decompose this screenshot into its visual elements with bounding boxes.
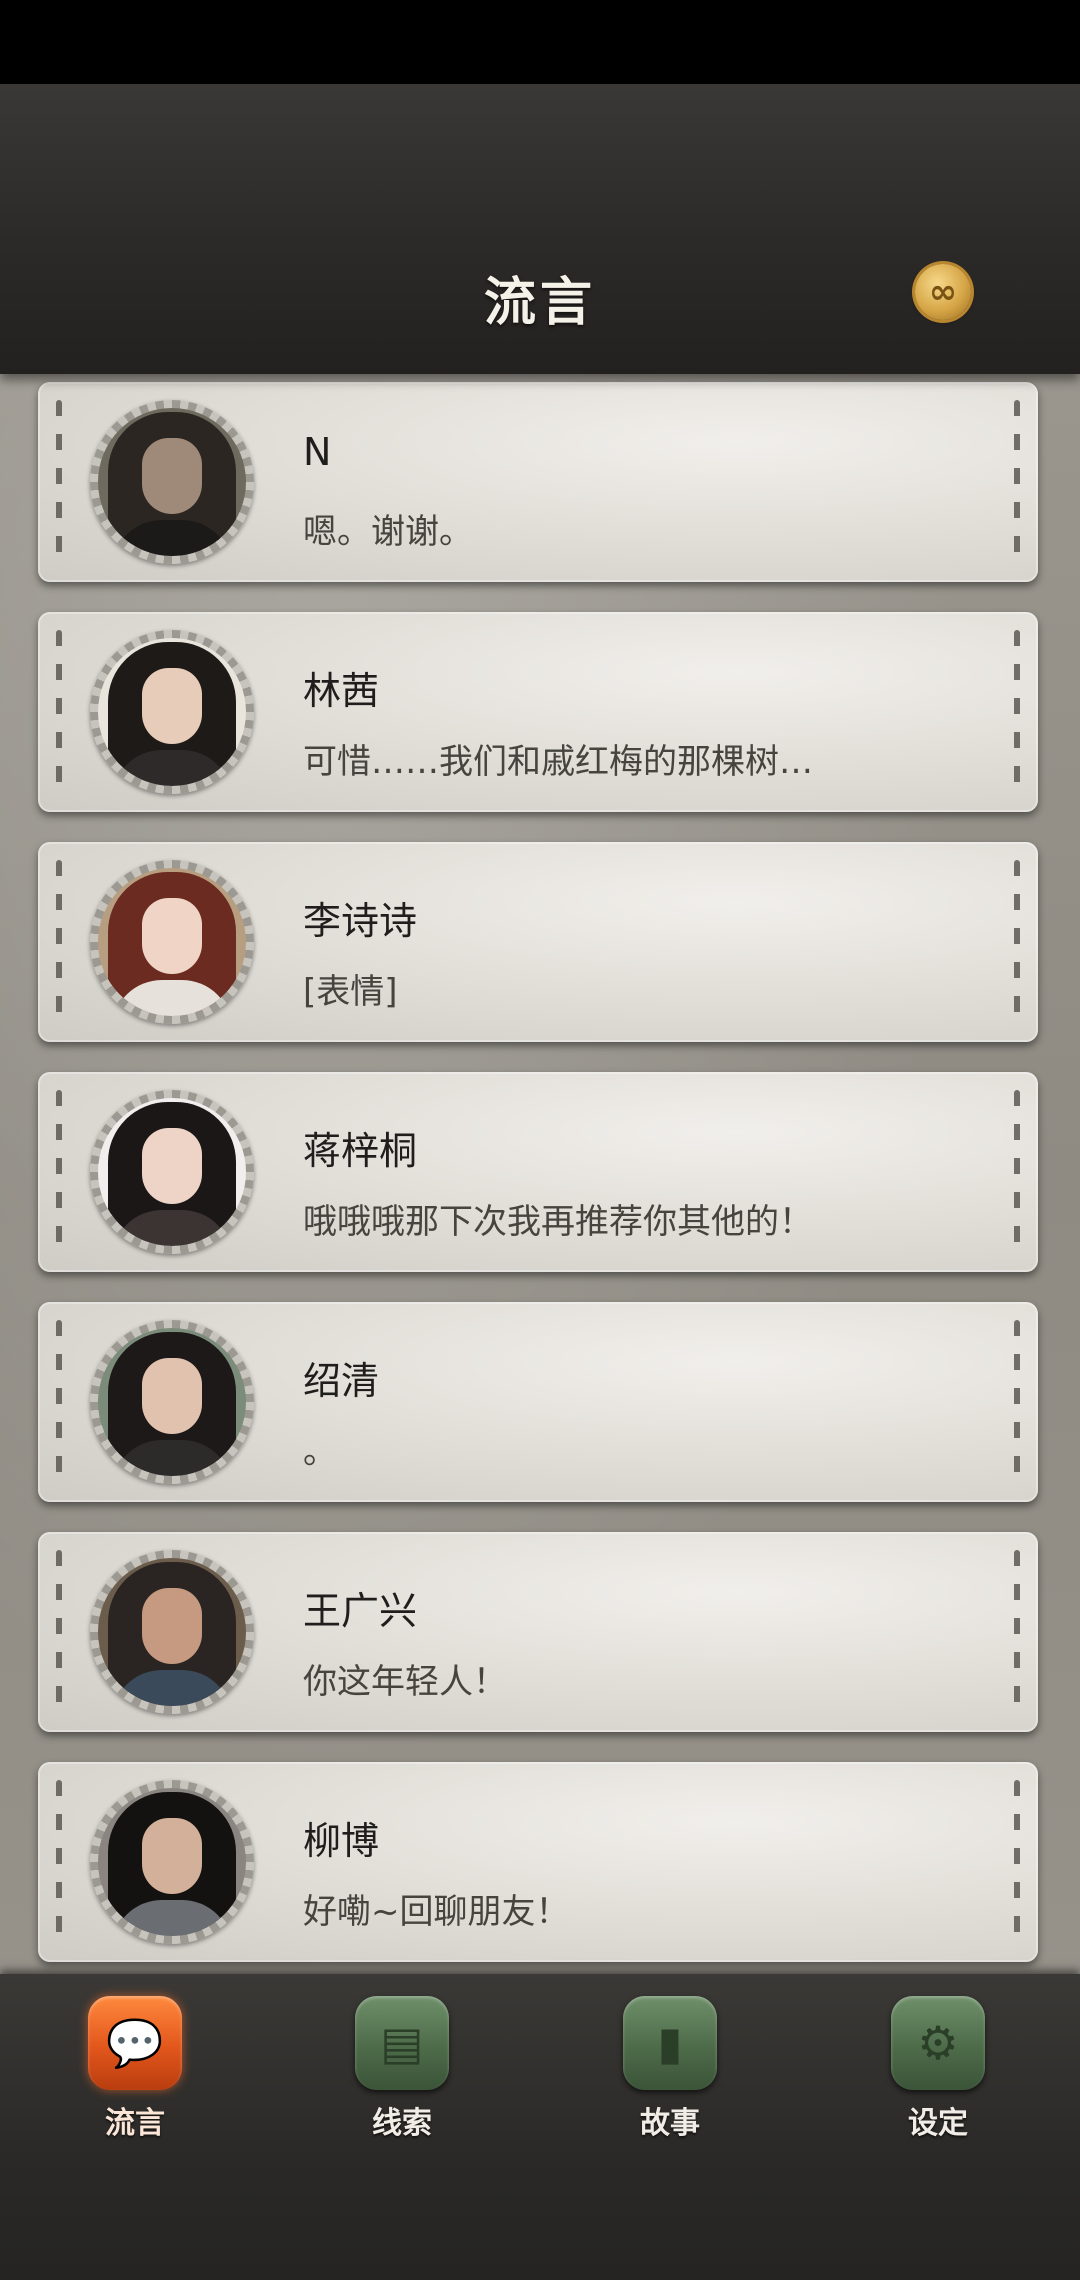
avatar-face <box>142 668 202 744</box>
avatar-frame <box>90 630 254 794</box>
avatar[interactable] <box>98 1788 246 1936</box>
avatar-frame <box>90 1550 254 1714</box>
stitch-decoration <box>56 1550 62 1714</box>
tab-3[interactable]: ▮ 故事 <box>590 1996 750 2141</box>
tab-label: 流言 <box>105 2106 165 2141</box>
last-message: 。 <box>303 1432 337 1472</box>
conversation-card[interactable]: 王广兴你这年轻人！ <box>38 1532 1038 1732</box>
avatar-frame <box>90 1780 254 1944</box>
last-message: 哦哦哦那下次我再推荐你其他的！ <box>303 1202 813 1242</box>
conversation-card[interactable]: 林茜可惜……我们和戚红梅的那棵树… <box>38 612 1038 812</box>
contact-name: 王广兴 <box>303 1589 418 1633</box>
avatar-face <box>142 1818 202 1894</box>
avatar[interactable] <box>98 1558 246 1706</box>
avatar-face <box>142 438 202 514</box>
avatar-frame <box>90 1320 254 1484</box>
tab-glyph: ▮ <box>657 2016 683 2070</box>
last-message: 你这年轻人！ <box>303 1662 507 1702</box>
stitch-decoration <box>56 1780 62 1944</box>
stitch-decoration <box>1014 1320 1020 1484</box>
avatar[interactable] <box>98 868 246 1016</box>
last-message: 可惜……我们和戚红梅的那棵树… <box>303 742 813 782</box>
stitch-decoration <box>56 1320 62 1484</box>
bottom-tab-bar: 💬 流言 ▤ 线索 ▮ 故事 ⚙ 设定 <box>0 1974 1080 2280</box>
stitch-decoration <box>1014 630 1020 794</box>
chat-bubble-icon: 💬 <box>88 1996 182 2090</box>
avatar[interactable] <box>98 1328 246 1476</box>
stitch-decoration <box>1014 1550 1020 1714</box>
tab-glyph: 💬 <box>106 2015 164 2070</box>
last-message: 好嘞~回聊朋友！ <box>303 1892 570 1932</box>
tab-1[interactable]: 💬 流言 <box>55 1996 215 2141</box>
book-icon: ▮ <box>623 1996 717 2090</box>
header: 流言 ∞ <box>0 84 1080 374</box>
avatar-face <box>142 1128 202 1204</box>
avatar-face <box>142 898 202 974</box>
last-message: 嗯。谢谢。 <box>303 512 473 552</box>
stitch-decoration <box>56 1090 62 1254</box>
gear-icon: ⚙ <box>891 1996 985 2090</box>
avatar[interactable] <box>98 638 246 786</box>
avatar-face <box>142 1358 202 1434</box>
stitch-decoration <box>56 400 62 564</box>
avatar[interactable] <box>98 1098 246 1246</box>
avatar-face <box>142 1588 202 1664</box>
infinity-coin-icon[interactable]: ∞ <box>915 264 971 320</box>
stitch-decoration <box>56 630 62 794</box>
conversation-card[interactable]: 绍清。 <box>38 1302 1038 1502</box>
tab-4[interactable]: ⚙ 设定 <box>858 1996 1018 2141</box>
avatar[interactable] <box>98 408 246 556</box>
tab-label: 故事 <box>640 2106 700 2141</box>
tab-glyph: ⚙ <box>917 2016 959 2070</box>
contact-name: 绍清 <box>303 1359 380 1403</box>
contact-name: 林茜 <box>303 669 380 713</box>
contact-name: 李诗诗 <box>303 899 418 943</box>
conversation-list[interactable]: N 嗯。谢谢。林茜可惜……我们和戚红梅的那棵树… 李诗诗 [表情] 蒋梓桐哦哦哦那下次我… <box>0 374 1080 1974</box>
last-message: [表情] <box>303 972 398 1012</box>
conversation-card[interactable]: 李诗诗 [表情] <box>38 842 1038 1042</box>
contact-name: 柳博 <box>303 1819 380 1863</box>
tab-label: 设定 <box>908 2106 968 2141</box>
stitch-decoration <box>1014 860 1020 1024</box>
avatar-frame <box>90 860 254 1024</box>
avatar-frame <box>90 400 254 564</box>
conversation-card[interactable]: 蒋梓桐哦哦哦那下次我再推荐你其他的！ <box>38 1072 1038 1272</box>
contact-name: N <box>303 430 332 474</box>
stitch-decoration <box>1014 400 1020 564</box>
document-icon: ▤ <box>355 1996 449 2090</box>
contact-name: 蒋梓桐 <box>303 1129 418 1173</box>
avatar-frame <box>90 1090 254 1254</box>
stitch-decoration <box>1014 1780 1020 1944</box>
tab-glyph: ▤ <box>380 2016 424 2070</box>
conversation-card[interactable]: 柳博好嘞~回聊朋友！ <box>38 1762 1038 1962</box>
tab-label: 线索 <box>372 2106 432 2141</box>
stitch-decoration <box>1014 1090 1020 1254</box>
stitch-decoration <box>56 860 62 1024</box>
tab-2[interactable]: ▤ 线索 <box>322 1996 482 2141</box>
conversation-card[interactable]: N 嗯。谢谢。 <box>38 382 1038 582</box>
status-bar <box>0 0 1080 84</box>
